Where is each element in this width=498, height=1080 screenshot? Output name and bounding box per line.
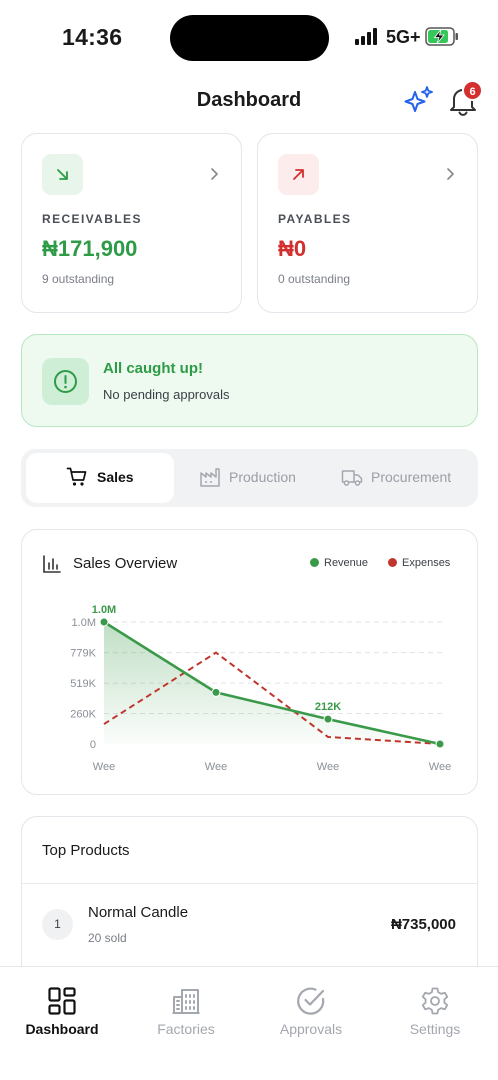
receivables-outstanding: 9 outstanding — [42, 272, 115, 286]
revenue-point — [435, 739, 445, 749]
sales-overview-card: Sales Overview Revenue Expenses 0 260K 519… — [21, 529, 478, 795]
product-rank: 1 — [42, 909, 73, 940]
check-circle-icon — [297, 987, 325, 1015]
arrow-up-right-icon — [278, 154, 319, 195]
receivables-amount: ₦171,900 — [42, 236, 138, 261]
chevron-right-icon — [447, 168, 454, 180]
tab-label: Production — [229, 469, 296, 485]
x-tick-label: Wee — [205, 761, 227, 773]
factory-icon — [200, 468, 220, 487]
approvals-status-banner: All caught up! No pending approvals — [21, 334, 478, 427]
nav-dashboard[interactable]: Dashboard — [0, 967, 124, 1057]
nav-approvals[interactable]: Approvals — [249, 967, 373, 1057]
banner-title: All caught up! — [103, 360, 203, 377]
product-sold: 20 sold — [88, 931, 127, 945]
battery-icon — [425, 27, 458, 46]
bottom-nav: Dashboard Factories Approvals Settings — [0, 966, 498, 1080]
revenue-point — [211, 687, 221, 697]
truck-icon — [341, 470, 363, 486]
x-tick-label: Wee — [317, 761, 339, 773]
y-tick-label: 260K — [70, 709, 96, 721]
app-header: Dashboard 6 — [0, 74, 498, 128]
status-bar: 14:36 5G+ — [0, 0, 498, 74]
data-label: 1.0M — [92, 604, 116, 616]
payables-label: PAYABLES — [278, 212, 352, 226]
nav-factories[interactable]: Factories — [124, 967, 248, 1057]
payables-card[interactable]: PAYABLES ₦0 0 outstanding — [257, 133, 478, 313]
tab-procurement[interactable]: Procurement — [325, 453, 473, 503]
x-tick-label: Wee — [93, 761, 115, 773]
receivables-label: RECEIVABLES — [42, 212, 142, 226]
dynamic-island — [170, 15, 329, 61]
nav-label: Approvals — [279, 1021, 343, 1037]
grid-icon — [48, 987, 76, 1015]
revenue-area — [104, 622, 440, 744]
alert-circle-icon — [42, 358, 89, 405]
cart-icon — [66, 467, 87, 486]
chevron-right-icon — [211, 168, 218, 180]
y-tick-label: 779K — [70, 648, 96, 660]
revenue-point — [323, 714, 333, 724]
nav-label: Factories — [157, 1021, 215, 1037]
product-amount: ₦735,000 — [390, 916, 456, 933]
tab-label: Procurement — [371, 469, 452, 485]
revenue-point — [99, 617, 109, 627]
x-tick-label: Wee — [429, 761, 451, 773]
payables-amount: ₦0 — [278, 236, 307, 261]
tab-sales[interactable]: Sales — [26, 453, 174, 503]
banner-subtitle: No pending approvals — [103, 387, 230, 402]
payables-outstanding: 0 outstanding — [278, 272, 351, 286]
y-tick-label: 0 — [90, 739, 96, 751]
arrow-down-right-icon — [42, 154, 83, 195]
segment-tabs: Sales Production Procurement — [21, 449, 478, 507]
notification-badge: 6 — [462, 80, 483, 101]
signal-icon — [355, 28, 381, 45]
product-name: Normal Candle — [88, 904, 189, 921]
divider — [22, 883, 477, 884]
y-tick-label: 1.0M — [72, 617, 96, 629]
y-tick-label: 519K — [70, 678, 96, 690]
status-time: 14:36 — [62, 24, 123, 50]
building-icon — [172, 989, 200, 1014]
data-label: 212K — [315, 701, 341, 713]
sales-line-chart: 0 260K 519K 779K 1.0M Wee Wee Wee Wee 1.0M 212K — [70, 604, 451, 773]
nav-settings[interactable]: Settings — [373, 967, 497, 1057]
receivables-card[interactable]: RECEIVABLES ₦171,900 9 outstanding — [21, 133, 242, 313]
network-type: 5G+ — [386, 27, 421, 47]
nav-label: Dashboard — [25, 1021, 99, 1037]
nav-label: Settings — [409, 1021, 461, 1037]
tab-label: Sales — [97, 469, 134, 485]
gear-icon — [421, 987, 449, 1015]
top-products-title: Top Products — [42, 842, 130, 859]
sparkle-icon[interactable] — [403, 84, 435, 116]
tab-production[interactable]: Production — [177, 453, 325, 503]
